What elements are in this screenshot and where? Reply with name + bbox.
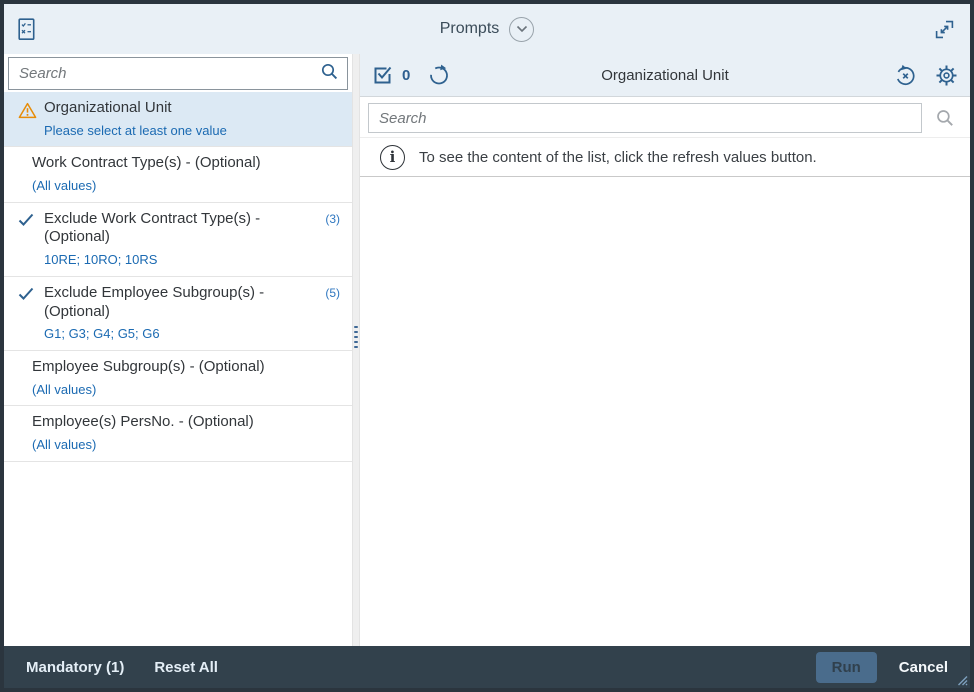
panel-splitter[interactable] bbox=[352, 54, 360, 646]
expand-dialog-button[interactable] bbox=[933, 18, 956, 41]
dialog-footer: Mandatory (1) Reset All Run Cancel bbox=[4, 646, 970, 688]
value-toolbar: 0 Organizational Unit bbox=[360, 54, 970, 97]
prompt-list-icon bbox=[16, 17, 37, 42]
info-message: To see the content of the list, click th… bbox=[419, 149, 817, 166]
dialog-title: Prompts bbox=[440, 20, 500, 38]
prompt-list-panel: Organizational Unit Please select at lea… bbox=[4, 54, 352, 646]
splitter-grip-icon[interactable] bbox=[353, 326, 359, 348]
reset-values-icon[interactable] bbox=[894, 64, 917, 87]
mandatory-filter-button[interactable]: Mandatory (1) bbox=[18, 653, 132, 682]
selected-count-badge: (5) bbox=[325, 286, 340, 300]
value-search-icon[interactable] bbox=[936, 109, 954, 127]
prompt-title: Organizational Unit bbox=[44, 99, 318, 118]
settings-gear-icon[interactable] bbox=[935, 64, 958, 87]
prompt-item-employee-persno[interactable]: Employee(s) PersNo. - (Optional) (All va… bbox=[4, 406, 352, 461]
prompt-subtitle: (All values) bbox=[32, 178, 318, 194]
prompt-title: Employee Subgroup(s) - (Optional) bbox=[32, 358, 318, 377]
prompt-title: Exclude Work Contract Type(s) - (Optiona… bbox=[44, 210, 318, 248]
value-search-input[interactable] bbox=[368, 103, 922, 133]
prompt-item-organizational-unit[interactable]: Organizational Unit Please select at lea… bbox=[4, 92, 352, 147]
prompt-values: 10RE; 10RO; 10RS bbox=[44, 252, 318, 268]
prompt-item-exclude-employee-subgroup[interactable]: Exclude Employee Subgroup(s) - (Optional… bbox=[4, 277, 352, 351]
value-search-row bbox=[360, 97, 970, 138]
expand-icon bbox=[933, 18, 956, 41]
prompt-values: G1; G3; G4; G5; G6 bbox=[44, 326, 318, 342]
chevron-down-icon bbox=[516, 25, 528, 33]
warning-icon bbox=[18, 102, 37, 119]
collapse-header-button[interactable] bbox=[509, 17, 534, 42]
prompt-subtitle: Please select at least one value bbox=[44, 123, 318, 139]
prompt-title: Work Contract Type(s) - (Optional) bbox=[32, 154, 318, 173]
prompts-dialog: Prompts bbox=[4, 4, 970, 688]
value-selection-panel: 0 Organizational Unit bbox=[360, 54, 970, 646]
dialog-header: Prompts bbox=[4, 4, 970, 54]
prompt-subtitle: (All values) bbox=[32, 382, 318, 398]
check-icon bbox=[18, 213, 34, 228]
check-icon bbox=[18, 287, 34, 302]
info-icon: i bbox=[380, 145, 405, 170]
selected-count-badge: (3) bbox=[325, 212, 340, 226]
info-message-bar: i To see the content of the list, click … bbox=[360, 138, 970, 177]
cancel-button[interactable]: Cancel bbox=[891, 653, 956, 682]
selected-values-count: 0 bbox=[402, 67, 410, 84]
prompt-item-employee-subgroup[interactable]: Employee Subgroup(s) - (Optional) (All v… bbox=[4, 351, 352, 406]
prompt-title: Exclude Employee Subgroup(s) - (Optional… bbox=[44, 284, 318, 322]
prompt-item-exclude-work-contract-type[interactable]: Exclude Work Contract Type(s) - (Optiona… bbox=[4, 203, 352, 277]
value-list-empty-area bbox=[360, 177, 970, 646]
prompt-search-input[interactable] bbox=[8, 57, 348, 90]
prompt-item-work-contract-type[interactable]: Work Contract Type(s) - (Optional) (All … bbox=[4, 147, 352, 202]
prompt-subtitle: (All values) bbox=[32, 437, 318, 453]
prompt-list: Organizational Unit Please select at lea… bbox=[4, 92, 352, 646]
run-button[interactable]: Run bbox=[816, 652, 877, 683]
resize-grip-icon[interactable] bbox=[955, 673, 968, 686]
selected-values-icon[interactable] bbox=[372, 65, 394, 86]
refresh-values-icon[interactable] bbox=[428, 64, 450, 86]
prompt-title: Employee(s) PersNo. - (Optional) bbox=[32, 413, 318, 432]
value-panel-title: Organizational Unit bbox=[601, 67, 729, 84]
search-icon[interactable] bbox=[321, 63, 338, 80]
reset-all-button[interactable]: Reset All bbox=[146, 653, 226, 682]
